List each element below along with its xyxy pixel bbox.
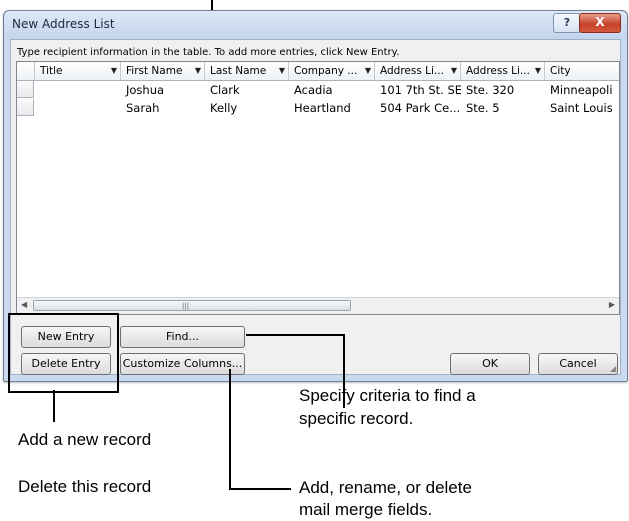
column-header-label: Last Name [210, 65, 267, 77]
column-header-label: City [550, 65, 571, 77]
cell-title[interactable] [35, 99, 121, 117]
cell-address-2[interactable]: Ste. 5 [461, 99, 545, 117]
callout-highlight-box [8, 313, 119, 393]
chevron-down-icon[interactable]: ▼ [365, 62, 371, 80]
annotation-customize-line1: Add, rename, or delete [299, 478, 472, 497]
cell-first-name[interactable]: Sarah [121, 99, 205, 117]
cell-title[interactable] [35, 81, 121, 99]
cell-company[interactable]: Acadia [289, 81, 375, 99]
column-header-label: Company ... [294, 65, 358, 77]
column-header-address-1[interactable]: Address Li... ▼ [375, 62, 461, 80]
column-header-last-name[interactable]: Last Name ▼ [205, 62, 289, 80]
cell-address-1[interactable]: 101 7th St. SE [375, 81, 461, 99]
cell-city[interactable]: Saint Louis [545, 99, 619, 117]
callout-line-customize-v [229, 369, 231, 489]
customize-columns-button[interactable]: Customize Columns... [120, 353, 245, 375]
resize-grip-icon[interactable]: ◢ [610, 364, 620, 374]
title-bar[interactable]: New Address List ? X [4, 11, 627, 39]
callout-line-add-delete [53, 390, 55, 422]
callout-line-customize-h [229, 488, 291, 490]
table-row[interactable]: Sarah Kelly Heartland 504 Park Ce... Ste… [17, 99, 619, 117]
annotation-customize-line2: mail merge fields. [299, 500, 433, 519]
column-header-label: Address Li... [466, 65, 530, 77]
column-header-company[interactable]: Company ... ▼ [289, 62, 375, 80]
dialog-title: New Address List [12, 17, 115, 31]
column-header-label: Title [40, 65, 63, 77]
arrow-right-icon[interactable]: ▶ [609, 300, 615, 309]
cell-last-name[interactable]: Clark [205, 81, 289, 99]
arrow-left-icon[interactable]: ◀ [21, 300, 27, 309]
header-corner-cell [17, 62, 35, 80]
column-header-label: Address Li... [380, 65, 444, 77]
cell-address-1[interactable]: 504 Park Ce... [375, 99, 461, 117]
annotation-delete-record: Delete this record [18, 477, 152, 496]
recipient-table[interactable]: Title ▼ First Name ▼ Last Name ▼ Company… [16, 61, 620, 315]
table-header-row: Title ▼ First Name ▼ Last Name ▼ Company… [17, 62, 619, 81]
cell-address-2[interactable]: Ste. 320 [461, 81, 545, 99]
annotation-find-line1: Specify criteria to find a [299, 386, 476, 405]
cancel-button[interactable]: Cancel [538, 353, 618, 375]
help-button[interactable]: ? [553, 13, 581, 33]
cell-last-name[interactable]: Kelly [205, 99, 289, 117]
column-header-city[interactable]: City [545, 62, 619, 80]
find-button[interactable]: Find... [120, 326, 245, 348]
annotation-find-line2: specific record. [299, 409, 414, 428]
ok-button[interactable]: OK [450, 353, 530, 375]
cell-city[interactable]: Minneapoli [545, 81, 619, 99]
chevron-down-icon[interactable]: ▼ [111, 62, 117, 80]
callout-line-find-h [246, 334, 344, 336]
column-header-first-name[interactable]: First Name ▼ [121, 62, 205, 80]
column-header-title[interactable]: Title ▼ [35, 62, 121, 80]
scrollbar-thumb[interactable]: ||| [33, 300, 351, 311]
chevron-down-icon[interactable]: ▼ [535, 62, 541, 80]
chevron-down-icon[interactable]: ▼ [195, 62, 201, 80]
cell-first-name[interactable]: Joshua [121, 81, 205, 99]
grip-icon: ||| [182, 302, 190, 310]
close-button[interactable]: X [579, 13, 621, 33]
cell-company[interactable]: Heartland [289, 99, 375, 117]
annotation-add-record: Add a new record [18, 430, 152, 449]
column-header-address-2[interactable]: Address Li... ▼ [461, 62, 545, 80]
chevron-down-icon[interactable]: ▼ [279, 62, 285, 80]
instruction-text: Type recipient information in the table.… [17, 47, 400, 58]
chevron-down-icon[interactable]: ▼ [451, 62, 457, 80]
column-header-label: First Name [126, 65, 183, 77]
table-row[interactable]: Joshua Clark Acadia 101 7th St. SE Ste. … [17, 81, 619, 99]
horizontal-scrollbar[interactable]: ◀ ||| ▶ [17, 297, 619, 314]
